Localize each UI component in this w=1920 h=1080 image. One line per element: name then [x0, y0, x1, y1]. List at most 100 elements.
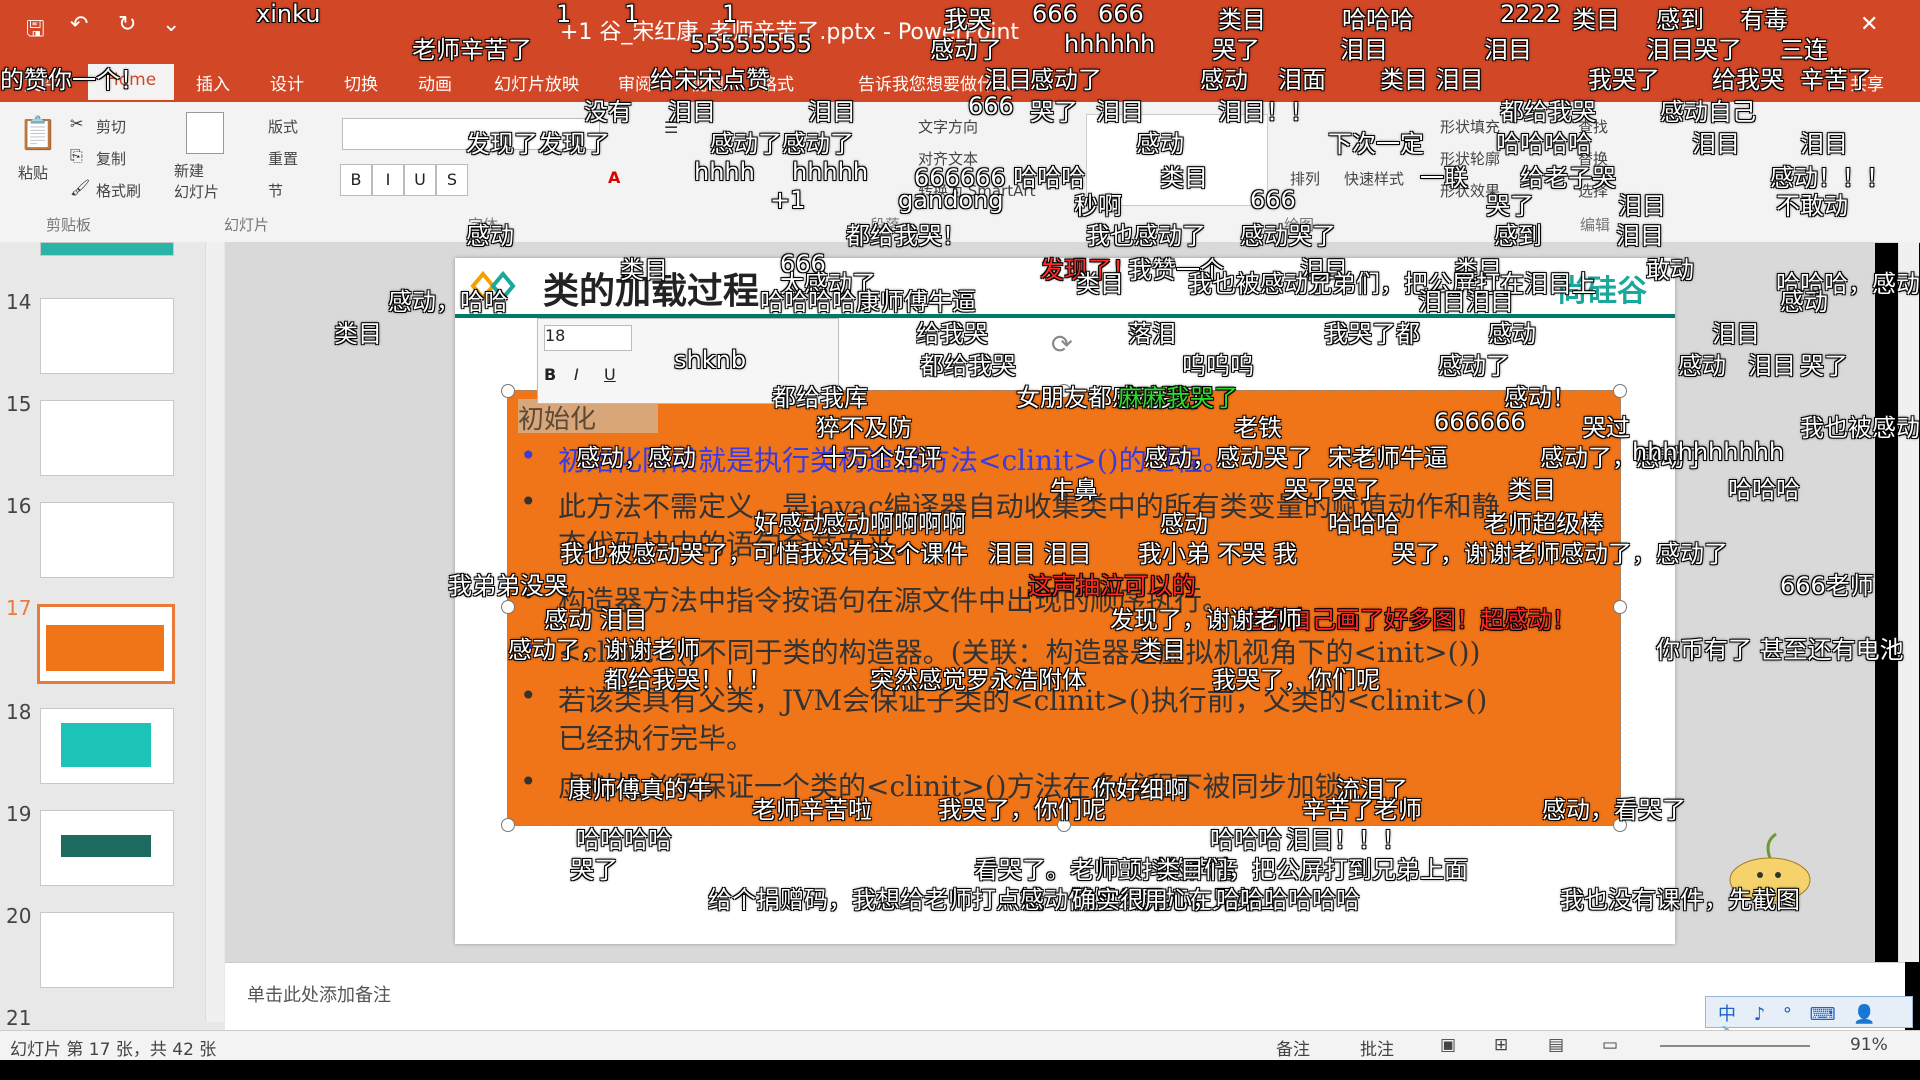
resize-handle[interactable] — [501, 818, 515, 832]
zoom-level[interactable]: 91% — [1850, 1035, 1888, 1055]
zoom-slider[interactable] — [1660, 1045, 1810, 1047]
paste-icon[interactable]: 📋 — [18, 114, 58, 152]
slide-thumbnail-selected[interactable] — [37, 604, 175, 684]
slide-canvas[interactable]: 类的加载过程 尚硅谷 初始化 • 初始化阶段就是执行类构造器方法<clinit>… — [455, 258, 1675, 944]
align-text-button[interactable]: 对齐文本 — [918, 148, 978, 169]
tab-insert[interactable]: 插入 — [196, 70, 230, 95]
notes-pane[interactable]: 单击此处添加备注 — [225, 962, 1905, 1031]
clipboard-group-label: 剪贴板 — [46, 216, 92, 234]
text-direction-button[interactable]: 文字方向 — [918, 116, 978, 137]
share-button[interactable]: 共享 — [1850, 70, 1884, 95]
close-icon[interactable]: ✕ — [1860, 12, 1878, 37]
slideshow-icon[interactable]: ▭ — [1602, 1035, 1618, 1055]
slide-number: 18 — [6, 700, 32, 724]
slide-sorter-icon[interactable]: ⊞ — [1494, 1035, 1508, 1055]
paste-button[interactable]: 粘贴 — [18, 162, 48, 183]
font-color-icon[interactable]: A — [608, 168, 620, 187]
normal-view-icon[interactable]: ▣ — [1440, 1035, 1456, 1055]
slide-thumbnail[interactable] — [40, 810, 174, 886]
save-icon[interactable]: 🖫 — [26, 12, 45, 50]
mini-italic-button[interactable]: I — [574, 365, 579, 384]
resize-handle[interactable] — [501, 600, 515, 614]
font-size-select[interactable]: 18 — [544, 325, 632, 351]
tab-slideshow[interactable]: 幻灯片放映 — [494, 70, 579, 95]
select-button[interactable]: 选择 — [1578, 180, 1608, 201]
thumbnail-scrollbar[interactable] — [205, 242, 224, 1022]
copy-button[interactable]: 复制 — [96, 148, 126, 169]
bold-button[interactable]: B — [340, 164, 372, 196]
redo-icon[interactable]: ↻ — [118, 12, 136, 37]
thumb-orange-box — [46, 625, 164, 671]
resize-handle[interactable] — [1057, 384, 1071, 398]
tab-view[interactable]: 视图 — [690, 70, 724, 95]
slide-thumbnail[interactable] — [40, 502, 174, 578]
slide-number: 15 — [6, 392, 32, 416]
tab-animations[interactable]: 动画 — [418, 70, 452, 95]
find-button[interactable]: 查找 — [1578, 116, 1608, 137]
slides-group-label: 幻灯片 — [224, 216, 270, 234]
tab-file[interactable]: 文件 — [24, 70, 58, 95]
shape-effects-button[interactable]: 形状效果 — [1440, 180, 1500, 201]
underline-button[interactable]: U — [404, 164, 436, 196]
content-text-box[interactable]: 初始化 • 初始化阶段就是执行类构造器方法<clinit>()的过程。 • 此方… — [507, 390, 1621, 826]
shape-outline-button[interactable]: 形状轮廓 — [1440, 148, 1500, 169]
notes-button[interactable]: 备注 — [1276, 1035, 1310, 1060]
mini-underline-button[interactable]: U — [604, 365, 616, 384]
slide-thumbnail[interactable] — [40, 400, 174, 476]
customize-icon[interactable]: ⌄ — [162, 12, 180, 37]
resize-handle[interactable] — [501, 384, 515, 398]
tab-transitions[interactable]: 切换 — [344, 70, 378, 95]
quick-styles-button[interactable]: 快速样式 — [1344, 168, 1404, 189]
cut-button[interactable]: 剪切 — [96, 116, 126, 137]
font-group-label: 字体 — [468, 216, 499, 234]
ime-toolbar[interactable]: 中 ♪ ° ⌨ 👤 🔧 — [1705, 996, 1913, 1047]
bullet-text: 若该类具有父类，JVM会保证子类的<clinit>()执行前，父类的<clini… — [558, 684, 1488, 717]
section-button[interactable]: 节 — [268, 180, 283, 201]
tell-me-input[interactable]: 告诉我您想要做什么... — [858, 70, 1027, 95]
layout-button[interactable]: 版式 — [268, 116, 298, 137]
tab-home[interactable]: Home — [88, 64, 175, 100]
format-painter-icon[interactable]: 🖌 — [70, 178, 90, 197]
slide-thumbnail[interactable] — [40, 298, 174, 374]
resize-handle[interactable] — [1057, 818, 1071, 832]
tab-review[interactable]: 审阅 — [618, 70, 652, 95]
slide-title[interactable]: 类的加载过程 — [543, 262, 759, 314]
slide-thumbnail[interactable] — [40, 242, 174, 256]
resize-handle[interactable] — [1613, 600, 1627, 614]
format-painter-button[interactable]: 格式刷 — [96, 180, 141, 201]
slide-thumbnail[interactable] — [40, 912, 174, 988]
rotate-handle-icon[interactable]: ⟳ — [1051, 330, 1073, 360]
slide-thumbnail[interactable] — [40, 708, 174, 784]
reset-button[interactable]: 重置 — [268, 148, 298, 169]
copy-icon[interactable]: ⎘ — [70, 146, 83, 166]
cut-icon[interactable]: ✂ — [70, 114, 83, 133]
mini-bold-button[interactable]: B — [544, 365, 556, 384]
strikethrough-button[interactable]: S — [436, 164, 468, 196]
font-name-input[interactable] — [342, 118, 600, 150]
mini-format-toolbar[interactable]: 18 B I U — [537, 318, 839, 404]
tab-format[interactable]: 格式 — [760, 70, 794, 95]
editor-scrollbar[interactable] — [1898, 242, 1919, 962]
resize-handle[interactable] — [1613, 818, 1627, 832]
shape-fill-button[interactable]: 形状填充 — [1440, 116, 1500, 137]
new-slide-icon[interactable] — [186, 112, 224, 154]
bullets-icon[interactable]: ☰ — [664, 118, 678, 137]
comments-button[interactable]: 批注 — [1360, 1035, 1394, 1060]
document-title: +1 谷_宋红康_老师辛苦了.pptx - PowerPoint — [560, 20, 1020, 45]
resize-handle[interactable] — [1613, 384, 1627, 398]
smartart-button[interactable]: 转换为 SmartArt — [918, 180, 1035, 201]
shapes-gallery[interactable] — [1086, 114, 1268, 206]
undo-icon[interactable]: ↶ — [70, 12, 88, 37]
bullet-marker: • — [520, 439, 537, 472]
bullet-text: 初始化阶段就是执行类构造器方法<clinit>()的过程。 — [558, 444, 1231, 477]
reading-view-icon[interactable]: ▤ — [1548, 1035, 1564, 1055]
arrange-button[interactable]: 排列 — [1290, 168, 1320, 189]
bullet-marker: • — [520, 631, 537, 664]
tab-design[interactable]: 设计 — [270, 70, 304, 95]
replace-button[interactable]: 替换 — [1578, 148, 1608, 169]
new-slide-button[interactable]: 新建 幻灯片 — [174, 160, 219, 202]
slide-counter: 幻灯片 第 17 张，共 42 张 — [10, 1040, 217, 1060]
title-bar: 🖫 ↶ ↻ ⌄ +1 谷_宋红康_老师辛苦了.pptx - PowerPoint… — [0, 0, 1920, 50]
italic-button[interactable]: I — [372, 164, 404, 196]
section-label: 初始化 — [518, 399, 658, 435]
